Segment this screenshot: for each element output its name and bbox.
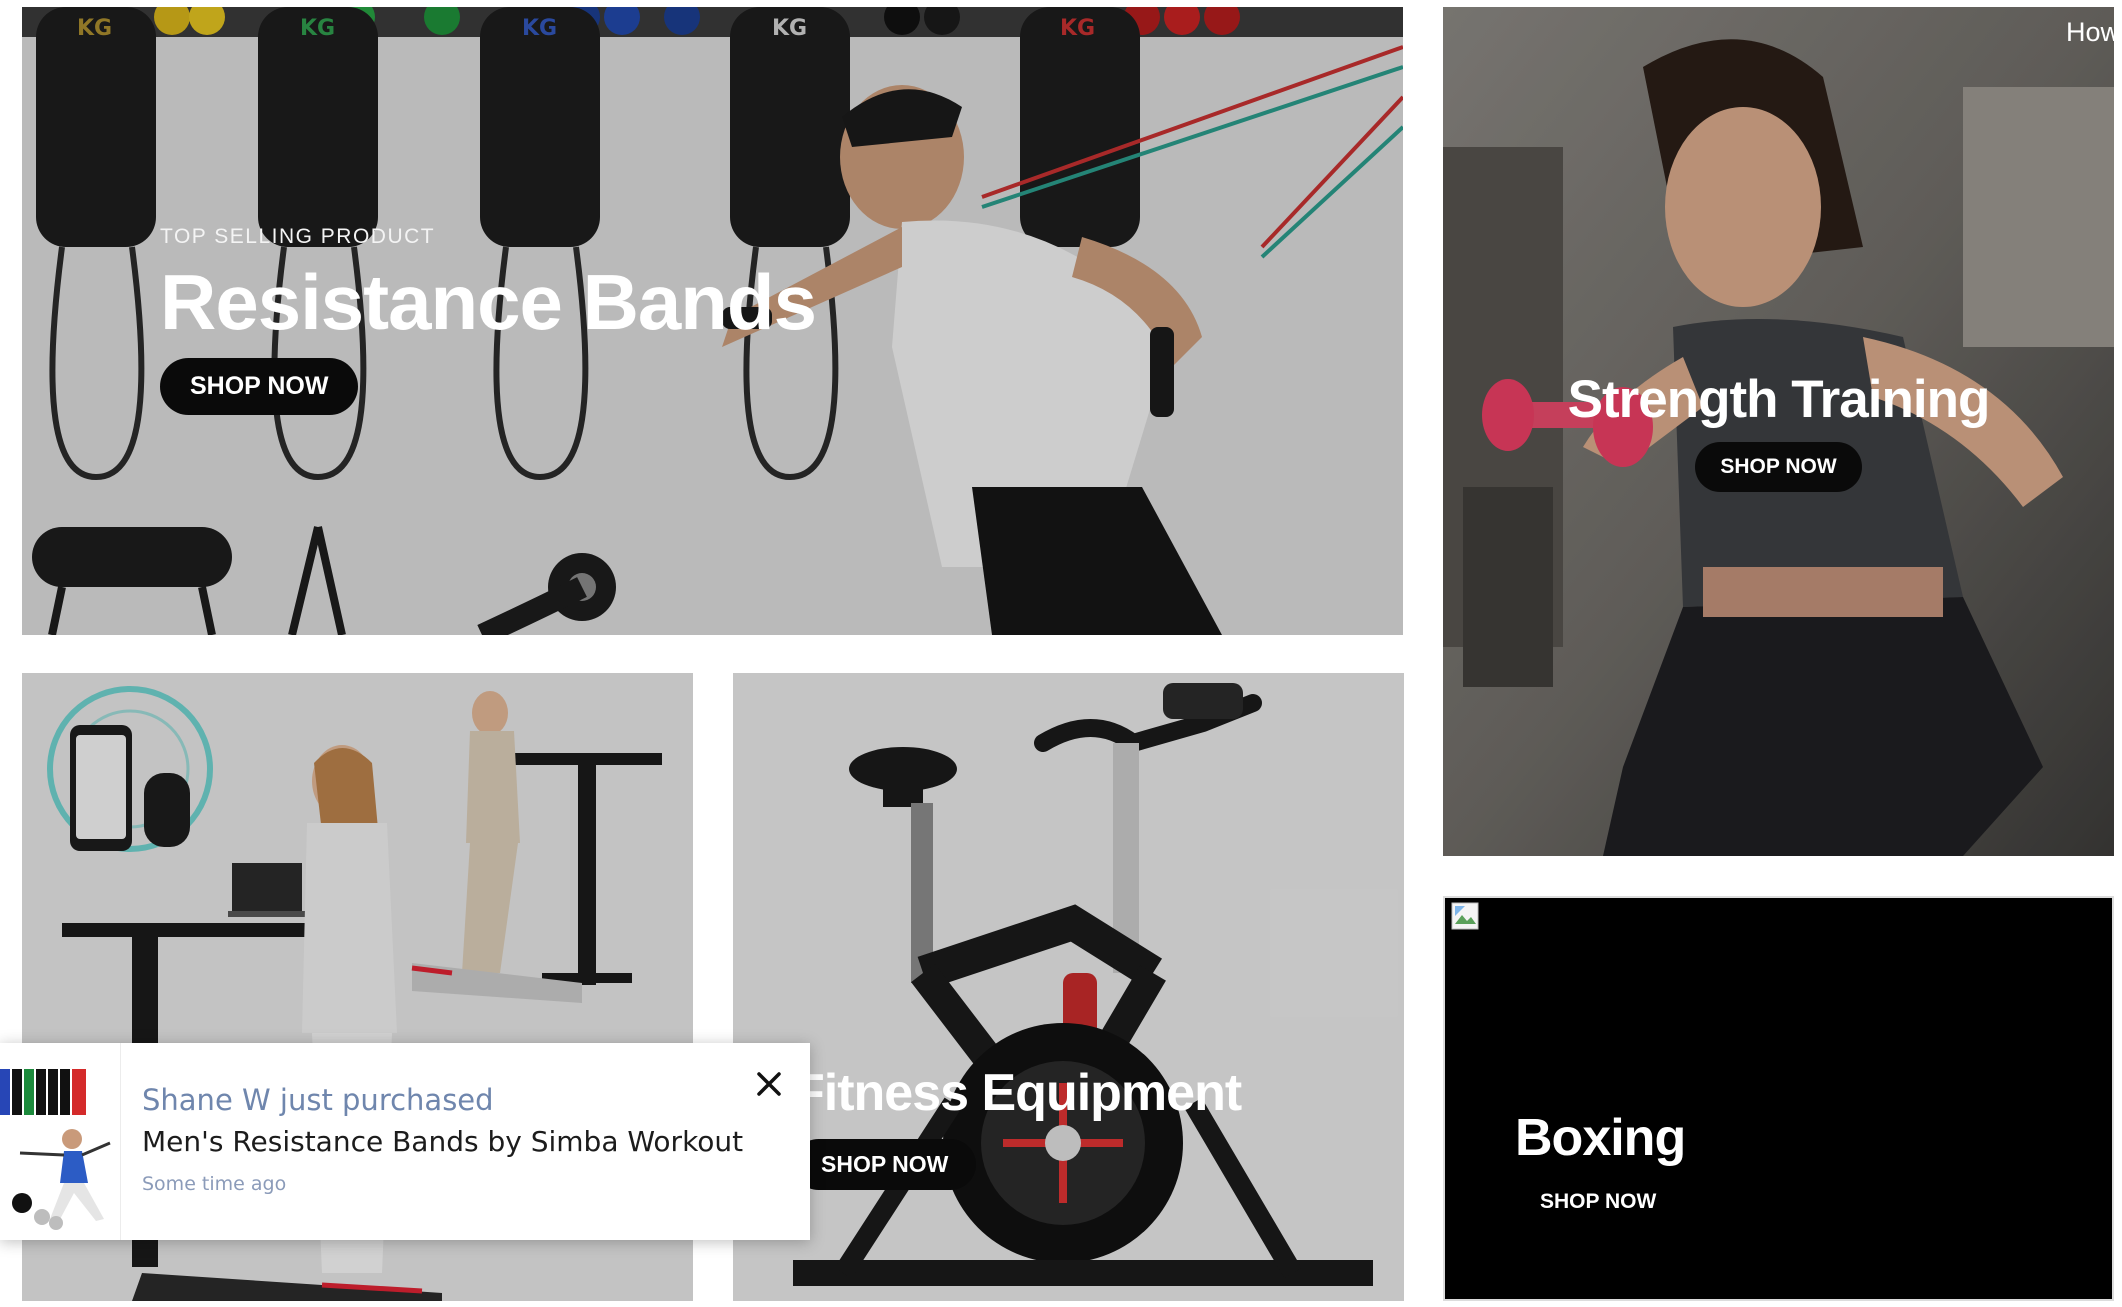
banner-strength-training[interactable]: How Strength Training SHOP NOW (1443, 7, 2114, 856)
banner-eyebrow: TOP SELLING PRODUCT (160, 225, 436, 248)
banner-text-block: Fitness Equipment SHOP NOW (793, 1063, 1242, 1190)
recent-purchase-popup[interactable]: Shane W just purchased Men's Resistance … (0, 1043, 810, 1240)
banner-resistance-bands[interactable]: KG KG KG KG KG TOP SELLING PRODUCT Resis… (22, 7, 1403, 635)
banner-fitness-equipment[interactable]: Fitness Equipment SHOP NOW (733, 673, 1404, 1301)
close-icon[interactable] (752, 1067, 786, 1101)
banner-title: Resistance Bands (160, 258, 817, 346)
nav-link-peek[interactable]: How (2066, 17, 2114, 48)
product-thumbnail[interactable] (0, 1043, 121, 1240)
banner-text-block: Strength Training SHOP NOW (1443, 369, 2114, 492)
purchase-time: Some time ago (142, 1173, 287, 1195)
shop-now-button[interactable]: SHOP NOW (1695, 442, 1862, 492)
image-overlay (733, 673, 1404, 1301)
banner-text-block: Boxing SHOP NOW (1515, 1108, 1686, 1214)
shop-now-button[interactable]: SHOP NOW (160, 358, 359, 415)
purchaser-text: Shane W just purchased (142, 1083, 494, 1117)
shop-now-button[interactable]: SHOP NOW (793, 1139, 977, 1190)
banner-text-block: TOP SELLING PRODUCT Resistance Bands SHO… (160, 225, 817, 415)
purchased-product-link[interactable]: Men's Resistance Bands by Simba Workout (142, 1125, 743, 1158)
broken-image-icon (1451, 902, 1479, 930)
shop-now-link[interactable]: SHOP NOW (1515, 1190, 1685, 1214)
resistance-bands-thumbnail-image (0, 1043, 120, 1240)
banner-title: Fitness Equipment (793, 1064, 1242, 1122)
banner-title: Boxing (1515, 1109, 1686, 1167)
banner-boxing[interactable]: Boxing SHOP NOW (1443, 896, 2114, 1301)
banner-title: Strength Training (1567, 370, 1991, 429)
